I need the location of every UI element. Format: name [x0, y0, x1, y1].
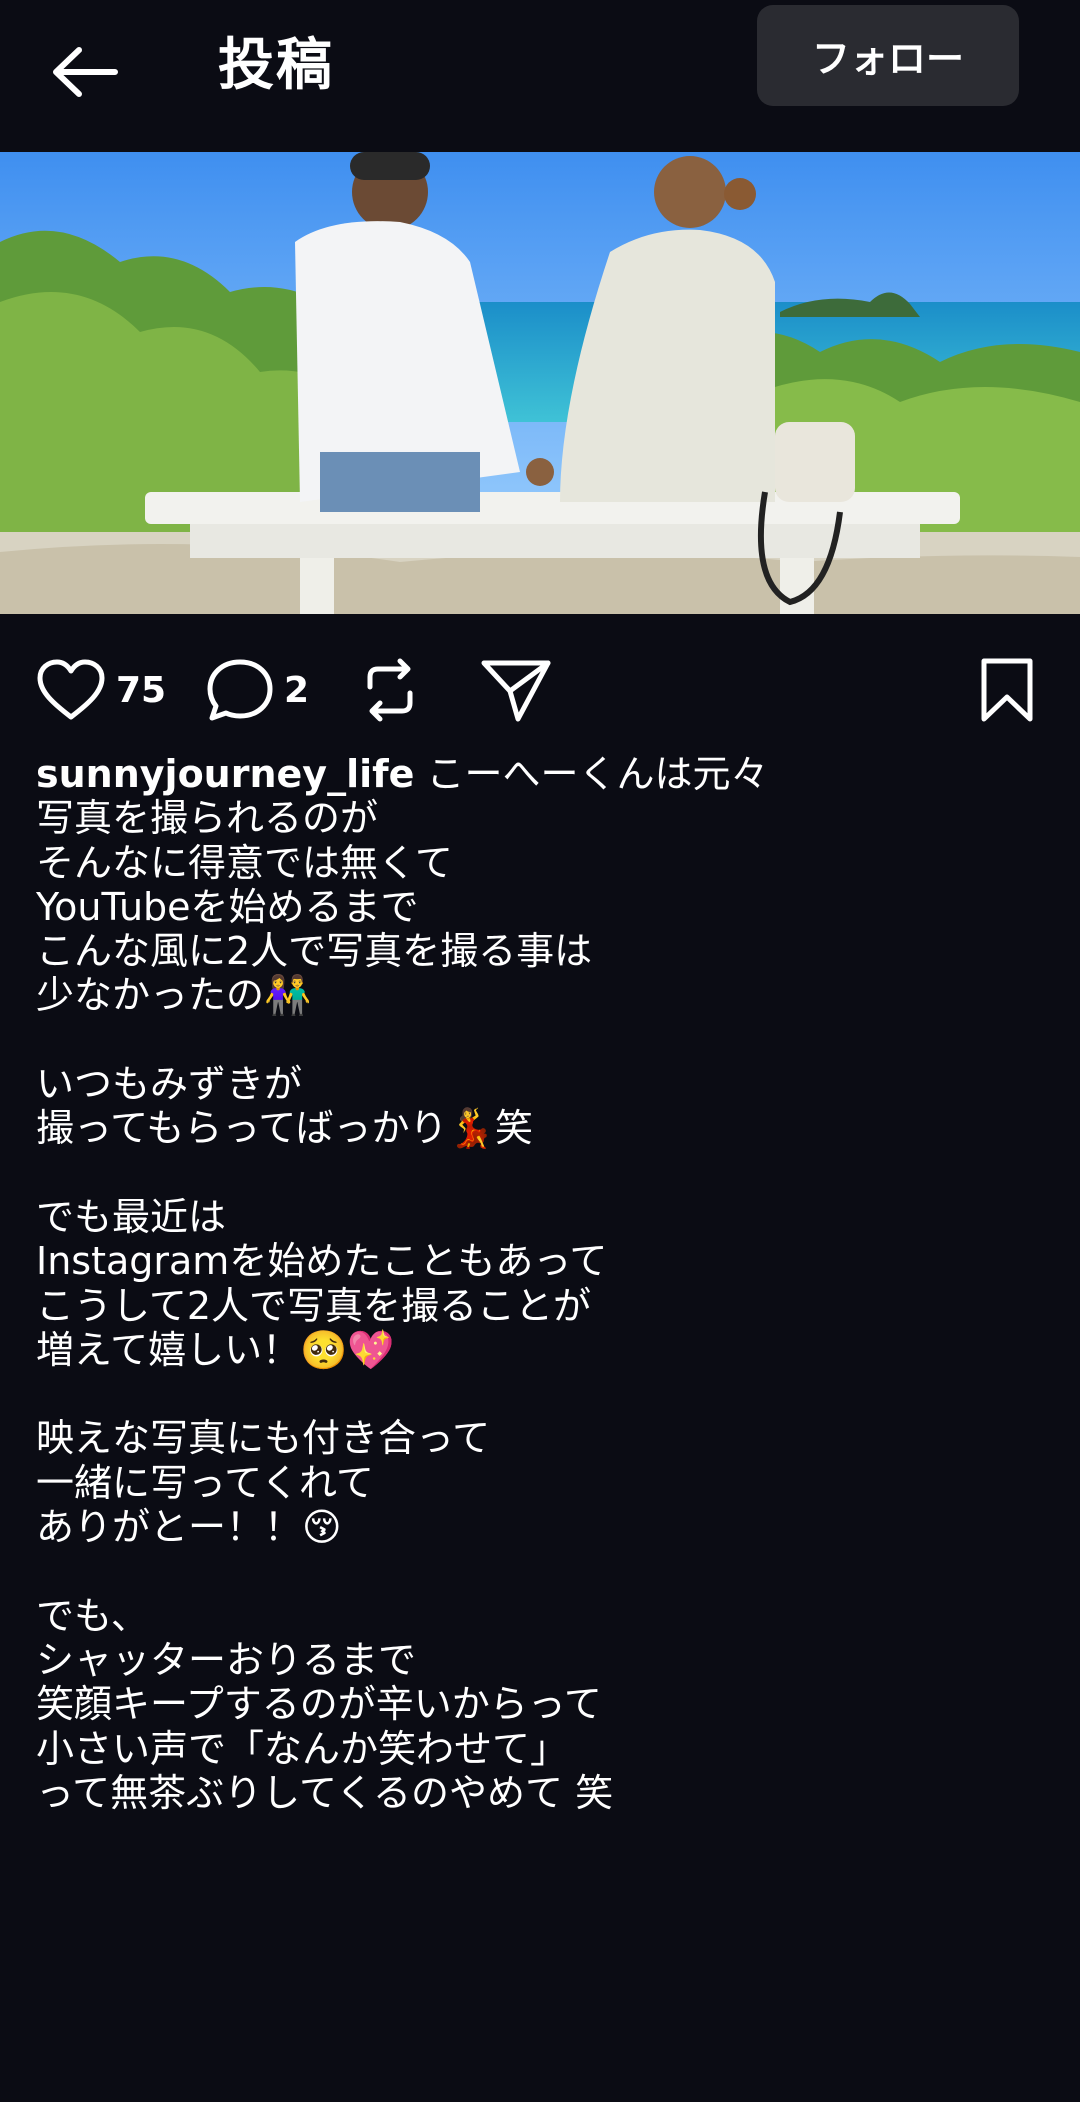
post-actions-bar: 75 2 — [0, 640, 1080, 740]
username-link[interactable]: sunnyjourney_life — [36, 752, 414, 796]
caption-line: こうして2人で写真を撮ることが — [36, 1283, 592, 1328]
caption-line: こんな風に2人で写真を撮る事は — [36, 929, 593, 974]
caption-line: いつもみずきが — [36, 1062, 303, 1107]
caption-line: って無茶ぶりしてくるのやめて 笑 — [36, 1770, 614, 1815]
heart-icon — [37, 659, 105, 720]
comment-button[interactable]: 2 — [206, 640, 309, 740]
caption-line: ありがとー！！😚 — [36, 1505, 342, 1550]
like-count: 75 — [116, 669, 167, 711]
follow-button[interactable]: フォロー — [757, 5, 1019, 106]
caption-line: シャッターおりるまで — [36, 1637, 417, 1682]
caption-line: 撮ってもらってばっかり💃笑 — [36, 1106, 533, 1151]
caption-text: こーへーくんは元々 — [414, 752, 769, 796]
page-title: 投稿 — [218, 33, 334, 98]
caption-line: YouTubeを始めるまで — [36, 884, 419, 929]
caption-line: 一緒に写ってくれて — [36, 1460, 374, 1505]
caption-line — [36, 1018, 1046, 1062]
caption-line — [36, 1151, 1046, 1195]
like-button[interactable]: 75 — [36, 640, 166, 740]
caption-line — [36, 1549, 1046, 1593]
photo-couple-on-bench — [0, 152, 1080, 614]
caption-line: でも最近は — [36, 1194, 227, 1239]
caption-line: でも、 — [36, 1593, 149, 1638]
caption-line: そんなに得意では無くて — [36, 840, 453, 885]
caption-line: Instagramを始めたこともあって — [36, 1239, 608, 1284]
post-photo[interactable] — [0, 152, 1080, 614]
caption-line — [36, 1372, 1046, 1416]
caption-first-line: sunnyjourney_life こーへーくんは元々 — [36, 752, 1046, 796]
comment-count: 2 — [284, 669, 310, 711]
caption-line: 増えて嬉しい！🥺💖 — [36, 1327, 395, 1372]
back-button[interactable] — [40, 36, 128, 108]
arrow-left-icon — [53, 47, 118, 97]
comment-icon — [207, 659, 273, 721]
post-caption: sunnyjourney_life こーへーくんは元々 写真を撮られるのが そん… — [36, 752, 1046, 1815]
caption-line: 笑顔キープするのが辛いからって — [36, 1682, 602, 1727]
share-button[interactable] — [480, 640, 552, 740]
repost-icon — [367, 658, 413, 722]
share-icon — [481, 660, 551, 722]
caption-line: 小さい声で「なんか笑わせて」 — [36, 1726, 569, 1771]
caption-line: 写真を撮られるのが — [36, 796, 379, 841]
caption-line: 映えな写真にも付き合って — [36, 1416, 491, 1461]
repost-button[interactable] — [360, 640, 420, 740]
top-bar: 投稿 フォロー — [0, 0, 1080, 152]
caption-line: 少なかったの👫 — [36, 973, 312, 1018]
bookmark-icon — [981, 658, 1033, 722]
bookmark-button[interactable] — [978, 640, 1036, 740]
